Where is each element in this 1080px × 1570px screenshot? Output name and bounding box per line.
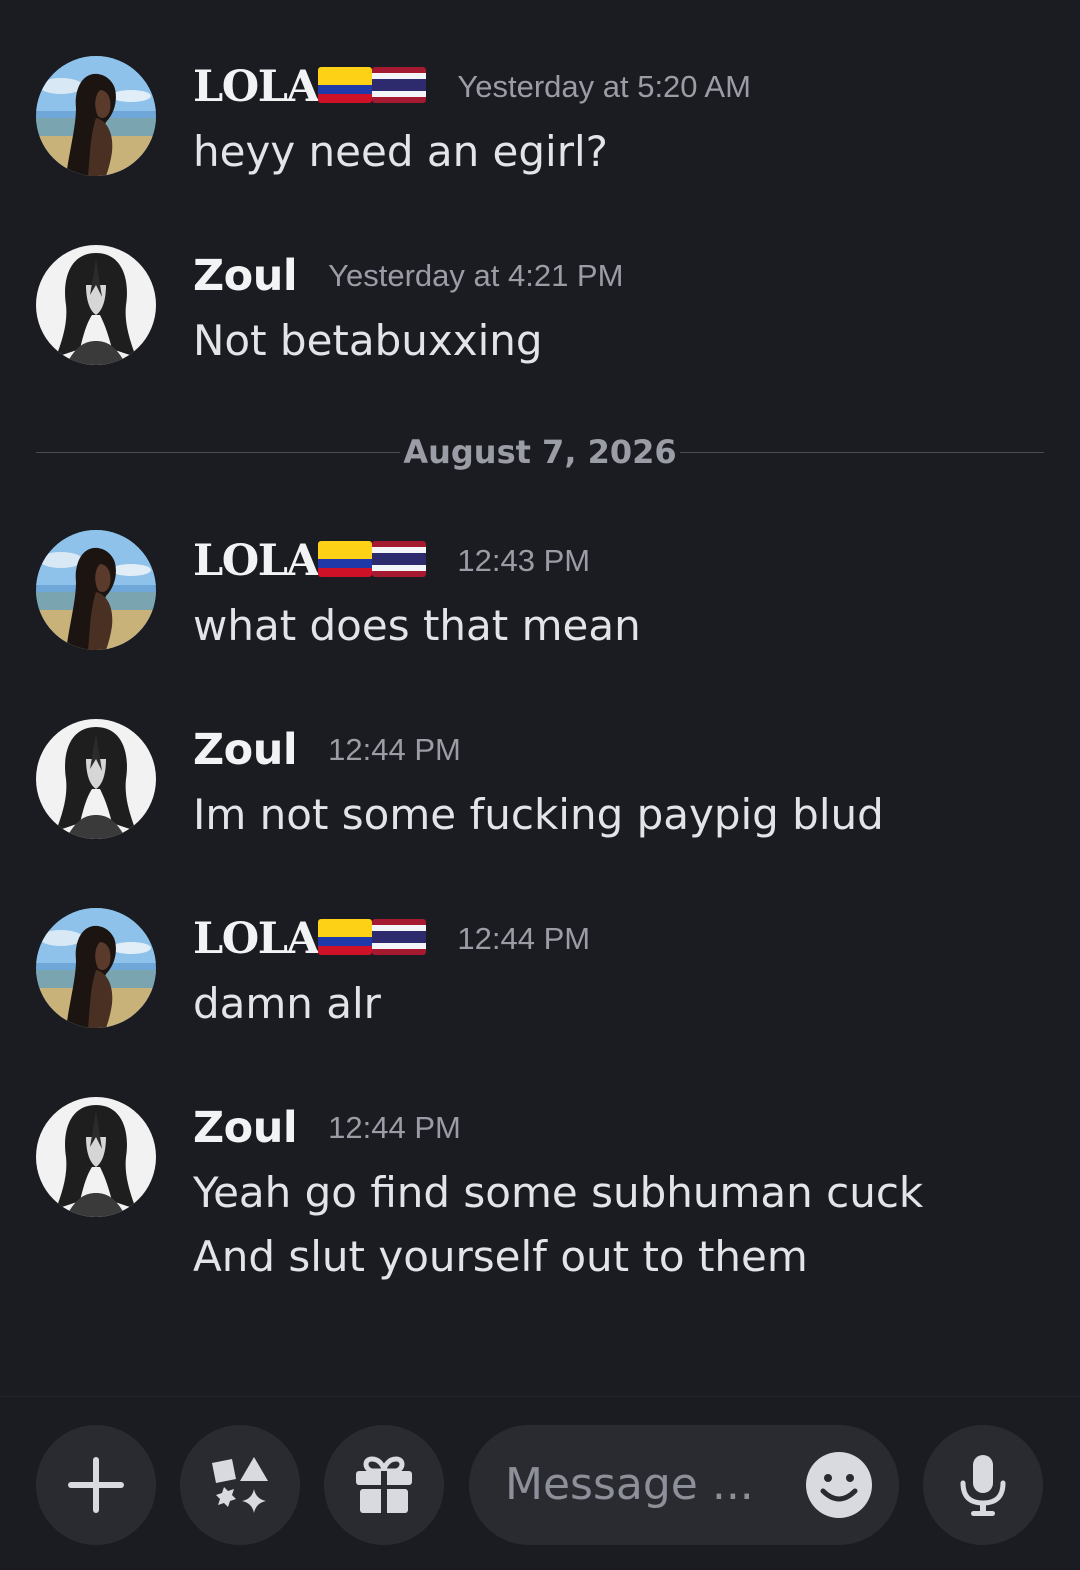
message-line: Yeah go find some subhuman cuck <box>193 1168 924 1217</box>
message-header: Zoul 12:44 PM <box>193 725 461 785</box>
message-line: damn alr <box>193 979 381 1028</box>
plus-icon <box>68 1457 124 1513</box>
message-header: Zoul 12:44 PM <box>193 1103 461 1163</box>
avatar[interactable] <box>36 719 156 839</box>
avatar[interactable] <box>36 908 156 1028</box>
message: LOLA 12:43 PM what does that mean <box>36 530 1046 670</box>
microphone-icon <box>960 1455 1006 1516</box>
author-flags <box>318 541 426 577</box>
avatar[interactable] <box>36 1097 156 1217</box>
message: LOLA Yesterday at 5:20 AM heyy need an e… <box>36 56 1046 196</box>
message-line: what does that mean <box>193 601 641 650</box>
message-line: heyy need an egirl? <box>193 127 608 176</box>
timestamp: 12:43 PM <box>457 543 591 578</box>
attach-button[interactable] <box>36 1425 156 1545</box>
apps-button[interactable] <box>180 1425 300 1545</box>
timestamp: 12:44 PM <box>328 732 461 767</box>
timestamp: 12:44 PM <box>457 921 591 956</box>
thailand-flag-icon <box>372 919 426 955</box>
divider-rule <box>680 452 1044 453</box>
message: Zoul 12:44 PM Im not some fucking paypig… <box>36 719 1046 859</box>
timestamp: Yesterday at 5:20 AM <box>457 69 751 104</box>
timestamp: 12:44 PM <box>328 1110 461 1145</box>
avatar[interactable] <box>36 56 156 176</box>
avatar[interactable] <box>36 245 156 365</box>
message-content: what does that mean <box>193 600 641 652</box>
voice-button[interactable] <box>923 1425 1043 1545</box>
message-input[interactable]: Message ... <box>469 1425 899 1545</box>
message-header: LOLA 12:43 PM <box>193 536 590 596</box>
thailand-flag-icon <box>372 541 426 577</box>
author-name[interactable]: Zoul <box>193 725 298 775</box>
message-content: Not betabuxxing <box>193 315 543 367</box>
author-flags <box>318 67 426 103</box>
message-line: And slut yourself out to them <box>193 1232 808 1281</box>
gift-icon <box>356 1456 412 1513</box>
gift-button[interactable] <box>324 1425 444 1545</box>
colombia-flag-icon <box>318 67 372 103</box>
message-line: Not betabuxxing <box>193 316 543 365</box>
emoji-icon[interactable] <box>805 1451 873 1519</box>
message-header: Zoul Yesterday at 4:21 PM <box>193 251 623 311</box>
author-name[interactable]: Zoul <box>193 251 298 301</box>
message-content: damn alr <box>193 978 381 1030</box>
apps-icon <box>212 1457 268 1513</box>
message-content: heyy need an egirl? <box>193 126 608 178</box>
colombia-flag-icon <box>318 541 372 577</box>
message: LOLA 12:44 PM damn alr <box>36 908 1046 1048</box>
thailand-flag-icon <box>372 67 426 103</box>
colombia-flag-icon <box>318 919 372 955</box>
author-name[interactable]: LOLA <box>193 536 320 586</box>
message-header: LOLA Yesterday at 5:20 AM <box>193 62 751 122</box>
message-list: LOLA Yesterday at 5:20 AM heyy need an e… <box>0 0 1080 1396</box>
message: Zoul Yesterday at 4:21 PM Not betabuxxin… <box>36 245 1046 385</box>
message-line: Im not some fucking paypig blud <box>193 790 884 839</box>
message-input-placeholder: Message ... <box>505 1459 754 1510</box>
author-name[interactable]: LOLA <box>193 62 320 112</box>
message-header: LOLA 12:44 PM <box>193 914 590 974</box>
message-composer: Message ... <box>0 1396 1080 1570</box>
author-name[interactable]: LOLA <box>193 914 320 964</box>
message-content: Im not some fucking paypig blud <box>193 789 884 841</box>
timestamp: Yesterday at 4:21 PM <box>328 258 624 293</box>
avatar[interactable] <box>36 530 156 650</box>
message-content: Yeah go find some subhuman cuck And slut… <box>193 1167 923 1295</box>
date-divider: August 7, 2026 <box>36 430 1044 474</box>
message: Zoul 12:44 PM Yeah go find some subhuman… <box>36 1097 1046 1317</box>
author-flags <box>318 919 426 955</box>
author-name[interactable]: Zoul <box>193 1103 298 1153</box>
